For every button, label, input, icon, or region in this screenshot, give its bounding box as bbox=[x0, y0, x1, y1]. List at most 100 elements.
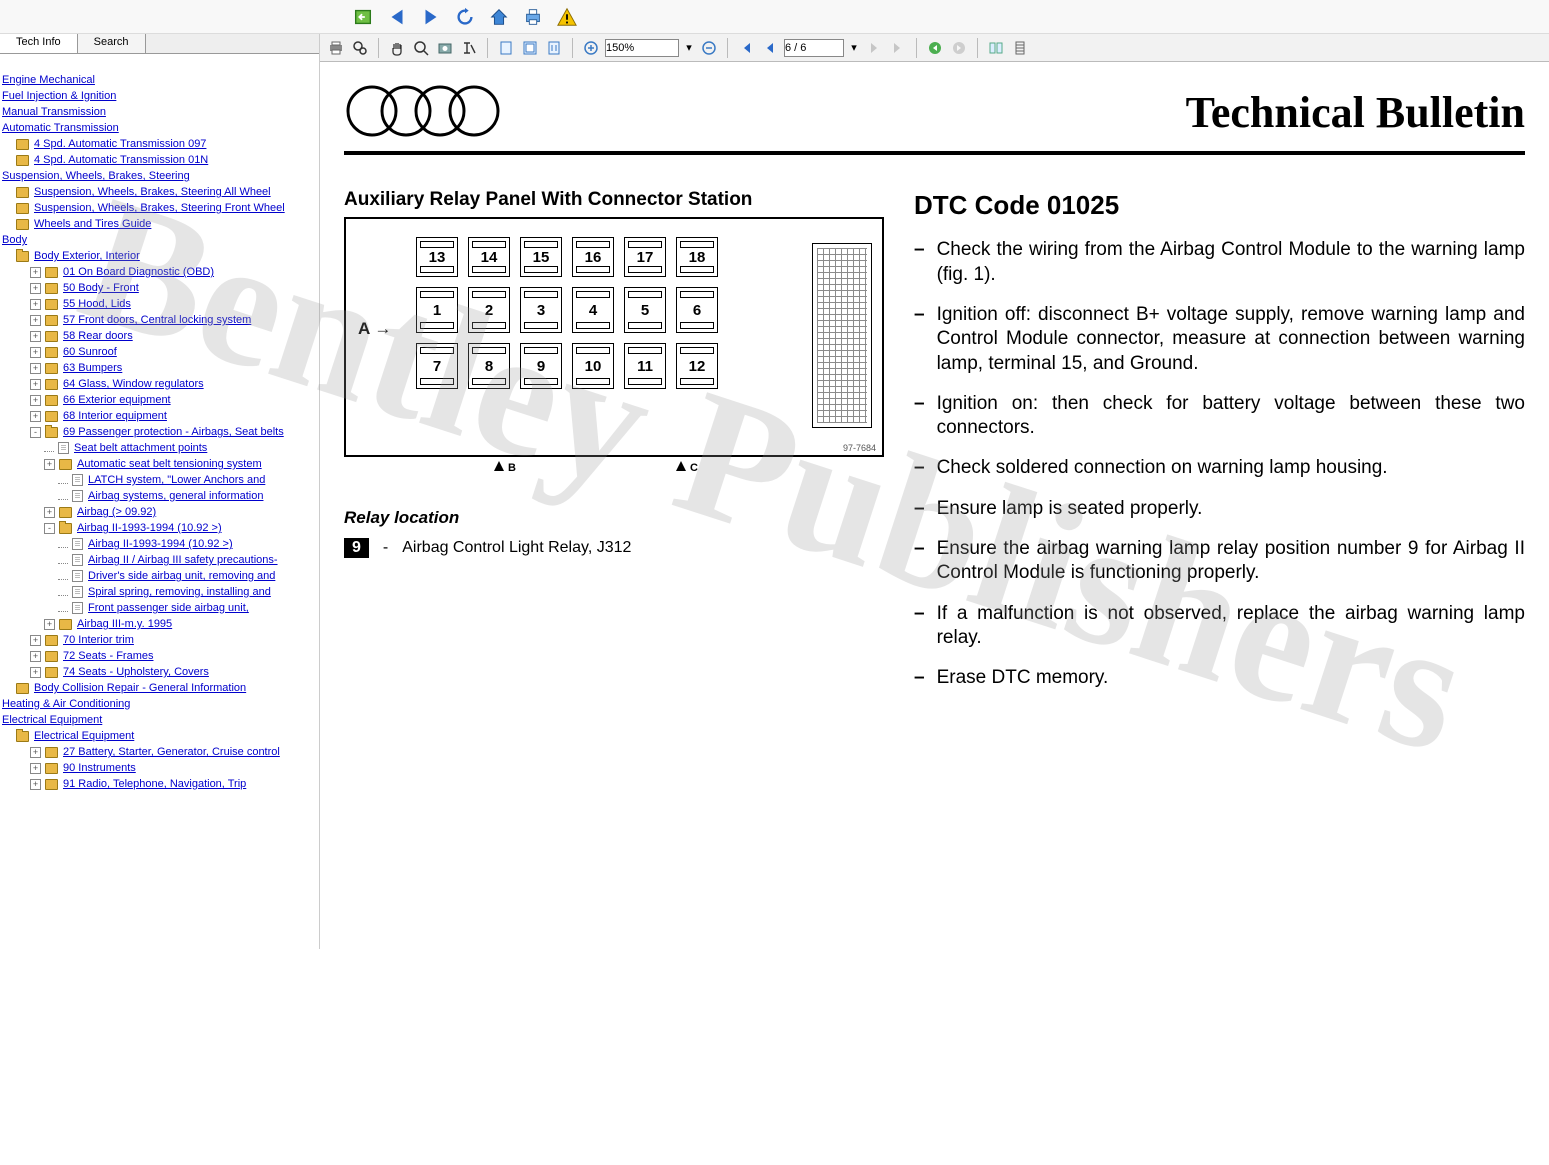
tree-item[interactable]: Seat belt attachment points bbox=[74, 440, 207, 456]
tree-expander[interactable]: + bbox=[30, 747, 41, 758]
tree-item[interactable]: 69 Passenger protection - Airbags, Seat … bbox=[63, 424, 284, 440]
tree-item[interactable]: Airbag III-m.y. 1995 bbox=[77, 616, 172, 632]
tree-item[interactable]: 55 Hood, Lids bbox=[63, 296, 131, 312]
tree-expander[interactable]: + bbox=[44, 619, 55, 630]
tree-expander[interactable]: + bbox=[30, 667, 41, 678]
tree-item[interactable]: 01 On Board Diagnostic (OBD) bbox=[63, 264, 214, 280]
tree-expander[interactable]: + bbox=[44, 459, 55, 470]
tree-item[interactable]: Suspension, Wheels, Brakes, Steering Fro… bbox=[34, 200, 285, 216]
tree-item[interactable]: Automatic Transmission bbox=[2, 120, 119, 136]
tree-item[interactable]: Airbag II / Airbag III safety precaution… bbox=[88, 552, 278, 568]
page-dropdown-icon[interactable]: ▾ bbox=[848, 41, 860, 54]
print-icon[interactable] bbox=[520, 4, 546, 30]
tree-expander[interactable]: + bbox=[30, 411, 41, 422]
tree-item[interactable]: Airbag systems, general information bbox=[88, 488, 263, 504]
tree-item[interactable]: 64 Glass, Window regulators bbox=[63, 376, 204, 392]
tree-expander[interactable]: + bbox=[30, 763, 41, 774]
nav-prev-icon[interactable] bbox=[384, 4, 410, 30]
pdf-first-page-icon[interactable] bbox=[736, 38, 756, 58]
tree-expander[interactable]: + bbox=[30, 779, 41, 790]
tree-item[interactable]: Heating & Air Conditioning bbox=[2, 696, 130, 712]
pdf-layout2-icon[interactable] bbox=[1010, 38, 1030, 58]
refresh-icon[interactable] bbox=[452, 4, 478, 30]
pdf-fit-width-icon[interactable] bbox=[520, 38, 540, 58]
pdf-select-icon[interactable] bbox=[411, 38, 431, 58]
tab-search[interactable]: Search bbox=[78, 34, 146, 53]
tree-item[interactable]: Driver's side airbag unit, removing and bbox=[88, 568, 275, 584]
tree-item[interactable]: 58 Rear doors bbox=[63, 328, 133, 344]
tree-item[interactable]: Wheels and Tires Guide bbox=[34, 216, 151, 232]
pdf-zoom-input[interactable] bbox=[605, 39, 679, 57]
tree-item[interactable]: Airbag II-1993-1994 (10.92 >) bbox=[77, 520, 222, 536]
tree-expander[interactable]: + bbox=[30, 395, 41, 406]
pdf-fit-page-icon[interactable] bbox=[496, 38, 516, 58]
tree-item[interactable]: 68 Interior equipment bbox=[63, 408, 167, 424]
tree-view[interactable]: Engine MechanicalFuel Injection & Igniti… bbox=[0, 54, 319, 949]
tree-item[interactable]: 90 Instruments bbox=[63, 760, 136, 776]
tree-item[interactable]: Front passenger side airbag unit, bbox=[88, 600, 249, 616]
pdf-snapshot-icon[interactable] bbox=[435, 38, 455, 58]
tree-item[interactable]: Body Exterior, Interior bbox=[34, 248, 140, 264]
document-viewer[interactable]: Technical Bulletin Auxiliary Relay Panel… bbox=[320, 62, 1549, 949]
tree-item[interactable]: Electrical Equipment bbox=[34, 728, 134, 744]
tree-item[interactable]: Engine Mechanical bbox=[2, 72, 95, 88]
tree-item[interactable]: 4 Spd. Automatic Transmission 097 bbox=[34, 136, 206, 152]
tree-expander[interactable]: + bbox=[30, 379, 41, 390]
tree-item[interactable]: 74 Seats - Upholstery, Covers bbox=[63, 664, 209, 680]
tree-expander[interactable]: + bbox=[30, 347, 41, 358]
home-icon[interactable] bbox=[486, 4, 512, 30]
pdf-zoom-in-icon[interactable] bbox=[581, 38, 601, 58]
tree-item[interactable]: 50 Body - Front bbox=[63, 280, 139, 296]
tree-item[interactable]: Automatic seat belt tensioning system bbox=[77, 456, 262, 472]
tree-expander[interactable]: + bbox=[44, 507, 55, 518]
tree-expander[interactable]: + bbox=[30, 331, 41, 342]
pdf-find-icon[interactable] bbox=[350, 38, 370, 58]
pdf-history-back-icon[interactable] bbox=[925, 38, 945, 58]
tree-expander[interactable]: + bbox=[30, 635, 41, 646]
tree-item[interactable]: Body bbox=[2, 232, 27, 248]
tree-expander[interactable]: + bbox=[30, 363, 41, 374]
pdf-print-icon[interactable] bbox=[326, 38, 346, 58]
back-window-icon[interactable] bbox=[350, 4, 376, 30]
tree-expander[interactable]: + bbox=[30, 315, 41, 326]
tree-item[interactable]: 70 Interior trim bbox=[63, 632, 134, 648]
tree-expander[interactable]: - bbox=[44, 523, 55, 534]
tree-item[interactable]: 66 Exterior equipment bbox=[63, 392, 171, 408]
pdf-page-input[interactable] bbox=[784, 39, 844, 57]
tree-item[interactable]: LATCH system, "Lower Anchors and bbox=[88, 472, 265, 488]
tree-item[interactable]: 4 Spd. Automatic Transmission 01N bbox=[34, 152, 208, 168]
tree-item[interactable]: Electrical Equipment bbox=[2, 712, 102, 728]
tree-expander[interactable]: - bbox=[30, 427, 41, 438]
tree-item[interactable]: Airbag (> 09.92) bbox=[77, 504, 156, 520]
tree-item[interactable]: 63 Bumpers bbox=[63, 360, 122, 376]
warning-icon[interactable] bbox=[554, 4, 580, 30]
tree-expander[interactable]: + bbox=[30, 299, 41, 310]
nav-next-icon[interactable] bbox=[418, 4, 444, 30]
tree-item[interactable]: 27 Battery, Starter, Generator, Cruise c… bbox=[63, 744, 280, 760]
tree-item[interactable]: Body Collision Repair - General Informat… bbox=[34, 680, 246, 696]
pdf-text-select-icon[interactable] bbox=[459, 38, 479, 58]
tree-item[interactable]: Spiral spring, removing, installing and bbox=[88, 584, 271, 600]
pdf-actual-size-icon[interactable] bbox=[544, 38, 564, 58]
tab-tech-info[interactable]: Tech Info bbox=[0, 34, 78, 53]
tree-item[interactable]: Suspension, Wheels, Brakes, Steering All… bbox=[34, 184, 271, 200]
tree-item[interactable]: Manual Transmission bbox=[2, 104, 106, 120]
tree-expander[interactable]: + bbox=[30, 283, 41, 294]
tree-item[interactable]: 91 Radio, Telephone, Navigation, Trip bbox=[63, 776, 246, 792]
tree-item[interactable]: Fuel Injection & Ignition bbox=[2, 88, 116, 104]
tree-expander[interactable]: + bbox=[30, 651, 41, 662]
tree-item[interactable]: Suspension, Wheels, Brakes, Steering bbox=[2, 168, 190, 184]
pdf-next-page-icon[interactable] bbox=[864, 38, 884, 58]
pdf-last-page-icon[interactable] bbox=[888, 38, 908, 58]
tree-item[interactable]: 60 Sunroof bbox=[63, 344, 117, 360]
pdf-prev-page-icon[interactable] bbox=[760, 38, 780, 58]
zoom-dropdown-icon[interactable]: ▾ bbox=[683, 41, 695, 54]
pdf-history-fwd-icon[interactable] bbox=[949, 38, 969, 58]
pdf-zoom-out-icon[interactable] bbox=[699, 38, 719, 58]
pdf-layout1-icon[interactable] bbox=[986, 38, 1006, 58]
tree-expander[interactable]: + bbox=[30, 267, 41, 278]
pdf-hand-icon[interactable] bbox=[387, 38, 407, 58]
tree-item[interactable]: 57 Front doors, Central locking system bbox=[63, 312, 251, 328]
tree-item[interactable]: 72 Seats - Frames bbox=[63, 648, 153, 664]
tree-item[interactable]: Airbag II-1993-1994 (10.92 >) bbox=[88, 536, 233, 552]
